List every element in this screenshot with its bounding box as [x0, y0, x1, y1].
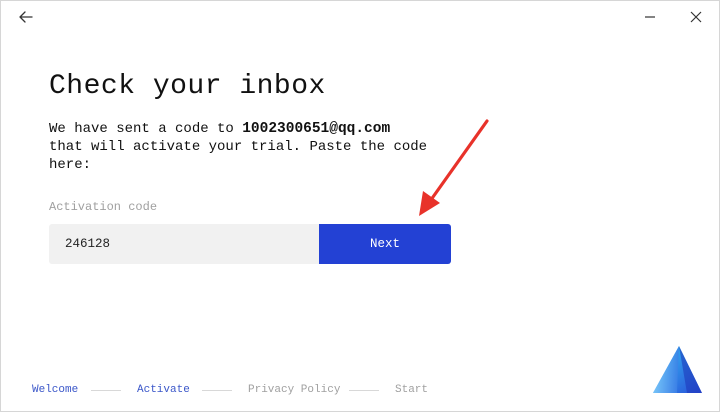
- activation-code-label: Activation code: [49, 200, 158, 214]
- step-privacy-policy[interactable]: Privacy Policy: [248, 381, 340, 399]
- page-title: Check your inbox: [49, 71, 326, 102]
- minimize-icon: [645, 16, 655, 18]
- back-button[interactable]: [15, 7, 37, 27]
- email-address: 1002300651@qq.com: [242, 121, 391, 137]
- step-welcome[interactable]: Welcome: [32, 381, 78, 399]
- instruction-text: We have sent a code to 1002300651@qq.com…: [49, 120, 429, 174]
- step-start[interactable]: Start: [395, 381, 428, 399]
- step-divider: [202, 390, 232, 391]
- message-prefix: We have sent a code to: [49, 121, 243, 137]
- next-button[interactable]: Next: [319, 224, 451, 264]
- minimize-button[interactable]: [639, 7, 661, 27]
- close-button[interactable]: [685, 7, 707, 27]
- step-divider: [91, 390, 121, 391]
- activation-code-input[interactable]: [49, 224, 319, 264]
- arrow-left-icon: [19, 11, 33, 23]
- step-divider: [349, 390, 379, 391]
- progress-steps: Welcome Activate Privacy Policy Start: [1, 381, 461, 401]
- app-triangle-logo-icon: [653, 346, 702, 393]
- red-arrow-annotation: [419, 119, 489, 216]
- close-icon: [690, 11, 702, 23]
- message-suffix: that will activate your trial. Paste the…: [49, 139, 428, 173]
- step-activate[interactable]: Activate: [137, 381, 190, 399]
- app-window: Check your inbox We have sent a code to …: [0, 0, 720, 412]
